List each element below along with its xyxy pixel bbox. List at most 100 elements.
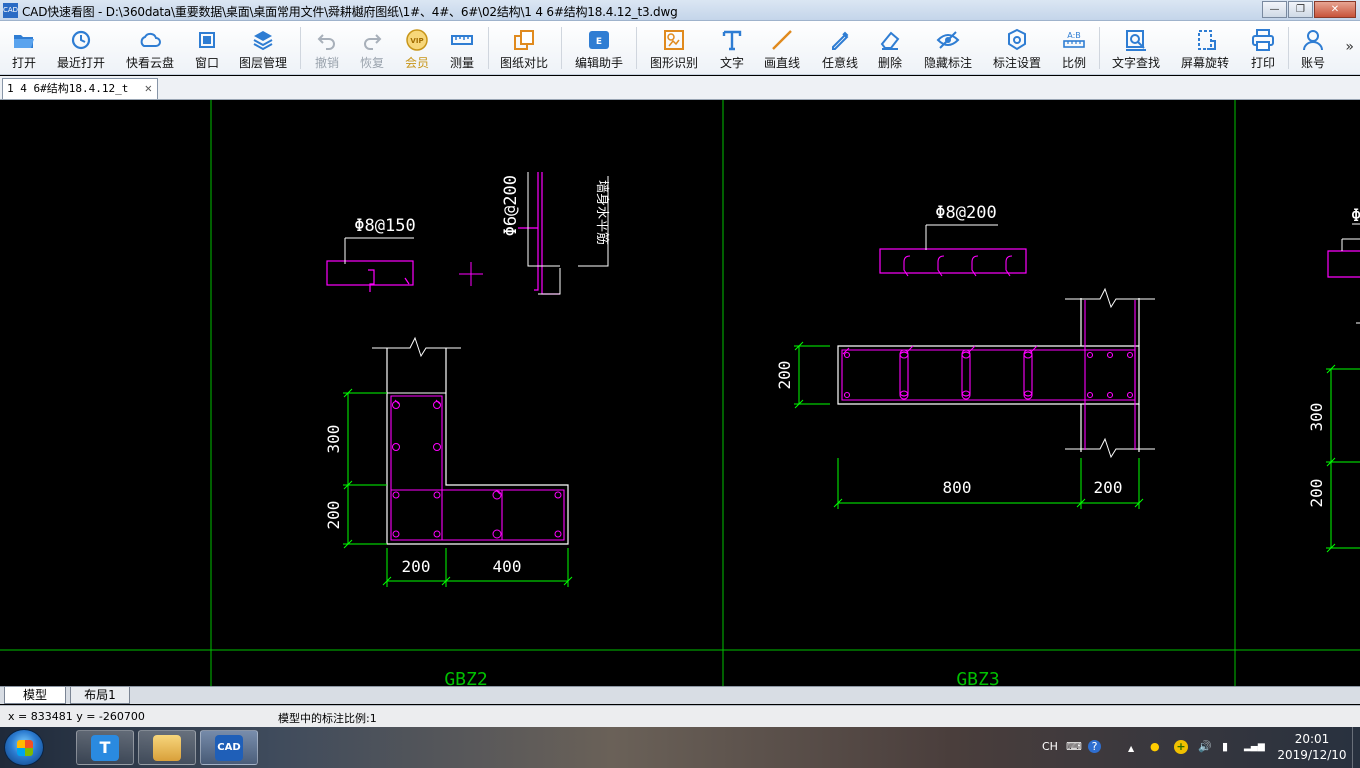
keyboard-icon[interactable]: ⌨	[1066, 740, 1082, 753]
toolbar-edit-assistant-button[interactable]: E 编辑助手	[573, 27, 625, 71]
toolbar-label: 打开	[11, 56, 36, 70]
taskbar-clock[interactable]: 20:01 2019/12/10	[1272, 731, 1352, 763]
toolbar-delete-button[interactable]: 删除	[875, 27, 905, 71]
ime-indicator[interactable]: CH	[1042, 740, 1058, 753]
toolbar-separator	[1099, 27, 1100, 69]
annotation-settings-icon	[1008, 28, 1026, 51]
volume-icon[interactable]: 🔊	[1198, 740, 1212, 753]
partial-detail-right: Φ 300 200	[1307, 206, 1360, 553]
dim-200-vertical: 200	[324, 501, 343, 530]
toolbar-shape-recognition-button[interactable]: 图形识别	[648, 27, 700, 71]
toolbar-print-button[interactable]: 打印	[1248, 27, 1278, 71]
document-tab-bar: 1 4 6#结构18.4.12_t ✕	[0, 76, 1360, 100]
maximize-button[interactable]: ❐	[1288, 1, 1313, 18]
toolbar-more-button[interactable]: »	[1345, 39, 1354, 55]
toolbar-screen-rotate-button[interactable]: 屏幕旋转	[1179, 27, 1231, 71]
toolbar-scale-button[interactable]: A:B 比例	[1059, 27, 1089, 71]
toolbar-line-button[interactable]: 画直线	[762, 27, 802, 71]
toolbar-open-button[interactable]: 打开	[8, 27, 40, 71]
toolbar-label: 画直线	[763, 56, 800, 70]
horizontal-rebar-note: 墙身水平筋	[594, 180, 610, 245]
toolbar-text-search-button[interactable]: 文字查找	[1110, 27, 1162, 71]
cad-app-icon: CAD	[215, 735, 243, 761]
toolbar-separator	[561, 27, 562, 69]
tab-layout1[interactable]: 布局1	[70, 687, 130, 704]
cursor-coordinates: x = 833481 y = -260700	[8, 710, 145, 723]
drawing-canvas[interactable]: GBZ2 GBZ3 Φ8@150 Φ6@200 墙身水平筋 300 200 20…	[0, 100, 1360, 686]
screen-rotate-icon	[1198, 30, 1216, 50]
toolbar-label: 会员	[404, 56, 429, 70]
redo-icon	[364, 34, 382, 50]
freehand-icon	[832, 31, 849, 50]
toolbar-label: 文字查找	[1111, 56, 1160, 70]
help-icon[interactable]: ?	[1088, 740, 1101, 753]
window-icon	[199, 32, 215, 48]
toolbar-separator	[636, 27, 637, 69]
right-dim-200: 200	[1307, 479, 1326, 508]
toolbar-label: 窗口	[194, 56, 219, 70]
toolbar-redo-button[interactable]: 恢复	[357, 27, 387, 71]
toolbar-freehand-button[interactable]: 任意线	[820, 27, 860, 71]
toolbar-undo-button[interactable]: 撤销	[312, 27, 342, 71]
toolbar-compare-button[interactable]: 图纸对比	[498, 27, 550, 71]
toolbar-label: 撤销	[314, 56, 339, 70]
gbz2-detail: Φ8@150 Φ6@200 墙身水平筋 300 200 200 400	[324, 172, 610, 587]
taskbar-file-explorer[interactable]	[138, 730, 196, 765]
taskbar-cad-viewer[interactable]: CAD	[200, 730, 258, 765]
toolbar-layers-button[interactable]: 图层管理	[237, 27, 289, 71]
toolbar-text-button[interactable]: 文字	[717, 27, 747, 71]
measure-icon	[451, 35, 473, 45]
layers-icon	[253, 31, 273, 51]
compare-icon	[514, 30, 534, 50]
dim-300: 300	[324, 425, 343, 454]
system-tray: CH ⌨ ? ▲ ● + 🔊 ▮ ▂▄▆	[1022, 727, 1272, 768]
toolbar-label: 测量	[449, 56, 474, 70]
add-icon[interactable]: +	[1174, 740, 1188, 754]
document-tab[interactable]: 1 4 6#结构18.4.12_t ✕	[2, 78, 158, 99]
toolbar-hide-annotation-button[interactable]: 隐藏标注	[922, 27, 974, 71]
svg-text:E: E	[596, 37, 602, 47]
open-folder-icon	[14, 35, 34, 48]
close-button[interactable]: ✕	[1314, 1, 1356, 18]
main-toolbar: 打开 最近打开 快看云盘 窗口 图层管理 撤销 恢复 VIP 会员 测量 图纸对…	[0, 21, 1360, 75]
toolbar-separator	[488, 27, 489, 69]
qq-icon[interactable]: ●	[1150, 740, 1160, 753]
right-dim-300: 300	[1307, 403, 1326, 432]
show-hidden-icons-icon[interactable]: ▲	[1128, 744, 1134, 753]
toolbar-vip-button[interactable]: VIP 会员	[402, 27, 432, 71]
toolbar-label: 标注设置	[992, 56, 1041, 70]
toolbar-label: 最近打开	[56, 56, 105, 70]
toolbar-label: 屏幕旋转	[1180, 56, 1229, 70]
title-bar: CAD CAD快速看图 - D:\360data\重要数据\桌面\桌面常用文件\…	[0, 0, 1360, 21]
close-tab-icon[interactable]: ✕	[145, 79, 152, 98]
show-desktop-button[interactable]	[1352, 727, 1360, 768]
network-signal-icon[interactable]: ▂▄▆	[1244, 742, 1265, 752]
minimize-button[interactable]: —	[1262, 1, 1287, 18]
text-icon	[722, 30, 742, 51]
toolbar-label: 隐藏标注	[923, 56, 972, 70]
toolbar-label: 编辑助手	[574, 56, 623, 70]
layout-tab-bar: 模型 布局1	[0, 686, 1360, 704]
toolbar-label: 恢复	[359, 56, 384, 70]
toolbar-annotation-settings-button[interactable]: 标注设置	[991, 27, 1043, 71]
annotation-scale-status: 模型中的标注比例:1	[278, 712, 377, 725]
recent-history-icon	[71, 30, 91, 50]
battery-icon[interactable]: ▮	[1222, 740, 1228, 753]
toolbar-account-button[interactable]: 账号	[1298, 27, 1328, 71]
toolbar-label: 快看云盘	[125, 56, 174, 70]
toolbar-recent-button[interactable]: 最近打开	[55, 27, 107, 71]
dim-400: 400	[493, 557, 522, 576]
toolbar-window-button[interactable]: 窗口	[192, 27, 222, 71]
gbz3-dim-200-vertical: 200	[775, 361, 794, 390]
tab-model[interactable]: 模型	[4, 687, 66, 704]
start-button[interactable]	[4, 729, 44, 766]
clock-time: 20:01	[1294, 732, 1330, 746]
toolbar-measure-button[interactable]: 测量	[447, 27, 477, 71]
taskbar-text-app[interactable]: T	[76, 730, 134, 765]
windows-taskbar: T CAD CH ⌨ ? ▲ ● + 🔊 ▮ ▂▄▆ 20:01 2019/12…	[0, 727, 1360, 768]
toolbar-cloud-button[interactable]: 快看云盘	[124, 27, 176, 71]
folder-icon	[153, 735, 181, 761]
gbz3-detail: Φ8@200 200 800 200	[775, 203, 1155, 509]
hide-annotation-icon	[936, 31, 960, 49]
window-controls: — ❐ ✕	[1261, 1, 1356, 18]
